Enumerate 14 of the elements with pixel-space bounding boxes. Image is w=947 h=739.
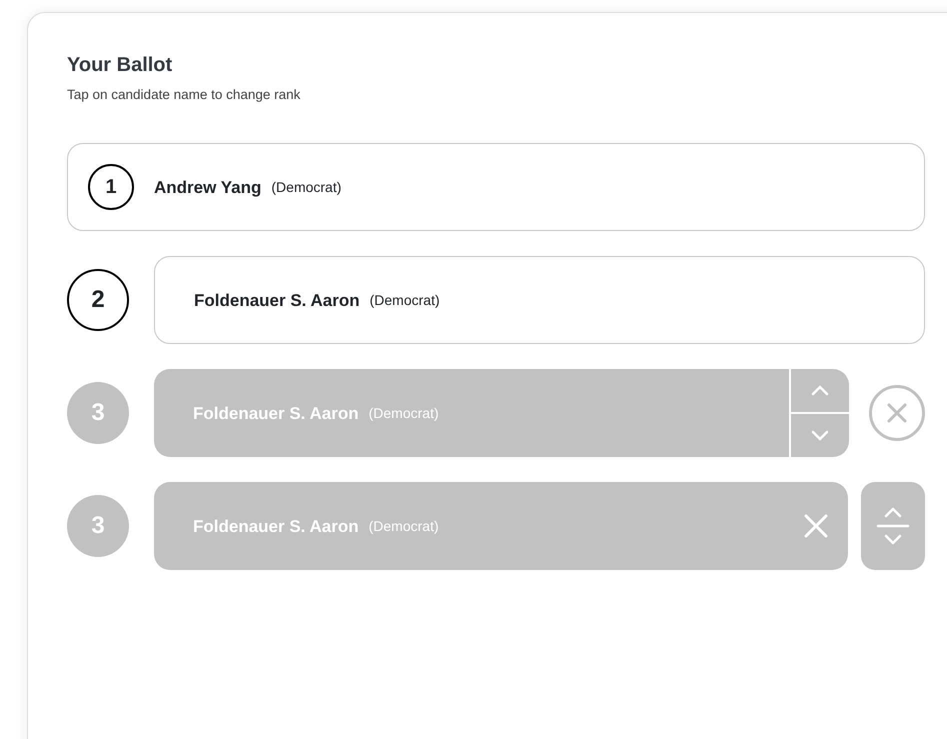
- party-label: (Democrat): [368, 516, 439, 536]
- candidate-row[interactable]: Foldenauer S. Aaron (Democrat): [154, 256, 925, 344]
- rank-circle: 3: [67, 495, 129, 558]
- party-label: (Democrat): [370, 290, 440, 310]
- ballot-title: Your Ballot: [67, 53, 174, 78]
- candidate-name[interactable]: Foldenauer S. Aaron: [194, 288, 360, 313]
- instruction-text: Tap on candidate name to change rank: [67, 86, 302, 104]
- rank-circle: 2: [67, 269, 129, 332]
- candidate-row[interactable]: 1 Andrew Yang (Democrat): [67, 143, 925, 232]
- party-label: (Democrat): [368, 404, 439, 423]
- rank-circle: 1: [88, 164, 134, 210]
- candidate-name[interactable]: Andrew Yang: [154, 174, 262, 200]
- party-label: (Democrat): [271, 178, 342, 197]
- rank-circle: 3: [67, 382, 129, 444]
